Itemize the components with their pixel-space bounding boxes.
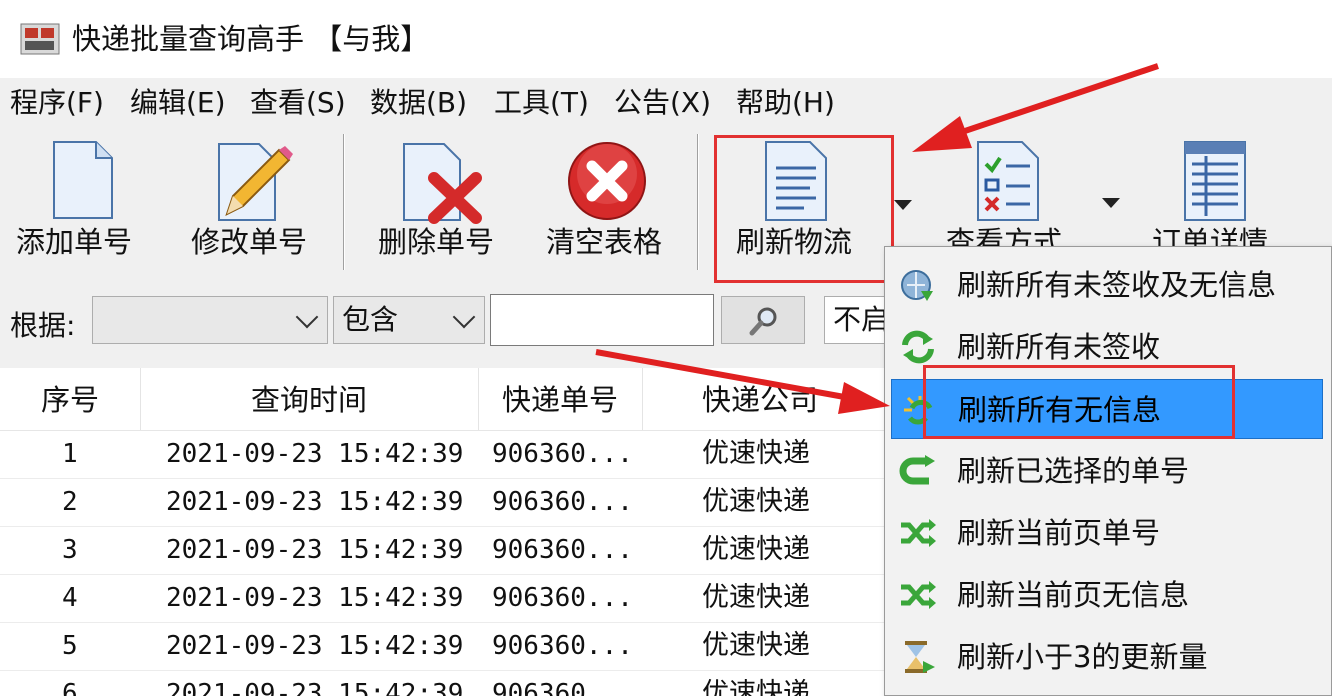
cell-index: 3 <box>62 535 78 565</box>
menu-item-refresh-current-page[interactable]: 刷新当前页单号 <box>885 503 1331 563</box>
delete-document-icon <box>403 143 482 224</box>
cell-index: 1 <box>62 439 78 469</box>
table-row[interactable]: 6 2021-09-23 15:42:39 906360... 优速快递 <box>0 671 886 696</box>
toolbar-separator <box>697 134 698 270</box>
menu-item-label: 刷新小于3的更新量 <box>957 640 1208 674</box>
table-row[interactable]: 4 2021-09-23 15:42:39 906360... 优速快递 <box>0 575 886 623</box>
refresh-dropdown-menu: 刷新所有未签收及无信息 刷新所有未签收 刷新所有无信息 刷新已选择的单号 刷新当 <box>884 246 1332 696</box>
order-list-icon <box>1184 141 1246 221</box>
column-header-index[interactable]: 序号 <box>0 382 140 418</box>
cell-courier: 优速快递 <box>702 678 810 696</box>
blank-document-icon <box>53 141 113 219</box>
add-number-button[interactable]: 添加单号 <box>10 128 140 273</box>
title-bar: 快递批量查询高手 【与我】 <box>0 0 1332 78</box>
menu-tools[interactable]: 工具(T) <box>494 84 589 122</box>
annotation-box <box>923 365 1235 439</box>
toolbar-separator <box>343 134 344 270</box>
filter-field-select[interactable] <box>92 296 328 344</box>
cell-tracking-number: 906360... <box>492 679 633 696</box>
clear-table-label: 清空表格 <box>546 225 663 259</box>
annotation-box <box>714 135 894 283</box>
cell-index: 4 <box>62 583 78 613</box>
cell-courier: 优速快递 <box>702 582 810 613</box>
cell-query-time: 2021-09-23 15:42:39 <box>166 535 464 565</box>
menu-data[interactable]: 数据(B) <box>370 84 467 122</box>
cell-tracking-number: 906360... <box>492 583 633 613</box>
edit-number-button[interactable]: 修改单号 <box>185 128 315 273</box>
filter-operator-select[interactable]: 包含 <box>333 296 485 344</box>
menu-program[interactable]: 程序(F) <box>10 84 104 122</box>
cell-query-time: 2021-09-23 15:42:39 <box>166 583 464 613</box>
edit-pencil-icon <box>218 143 293 221</box>
status-filter-value: 不启 <box>833 303 890 336</box>
cell-courier: 优速快递 <box>702 438 810 469</box>
menu-view[interactable]: 查看(S) <box>250 84 346 122</box>
cell-query-time: 2021-09-23 15:42:39 <box>166 679 464 696</box>
table-row[interactable]: 2 2021-09-23 15:42:39 906360... 优速快递 <box>0 479 886 527</box>
refresh-cycle-icon <box>902 330 934 364</box>
filter-query-input[interactable] <box>490 294 714 346</box>
cell-index: 5 <box>62 631 78 661</box>
cell-query-time: 2021-09-23 15:42:39 <box>166 439 464 469</box>
cell-index: 6 <box>62 679 78 696</box>
shuffle-icon <box>901 581 936 609</box>
chevron-down-icon <box>295 305 319 329</box>
hourglass-icon <box>905 641 935 673</box>
menu-item-refresh-selected[interactable]: 刷新已选择的单号 <box>885 441 1331 501</box>
filter-label: 根据: <box>10 309 76 342</box>
app-logo-icon <box>20 23 60 55</box>
column-header-tracking-number[interactable]: 快递单号 <box>478 382 642 418</box>
checklist-icon <box>977 141 1039 221</box>
menu-edit[interactable]: 编辑(E) <box>130 84 226 122</box>
cell-tracking-number: 906360... <box>492 439 633 469</box>
refresh-globe-icon <box>901 270 933 301</box>
edit-number-label: 修改单号 <box>191 225 308 259</box>
chevron-down-icon <box>452 305 476 329</box>
menu-bar: 程序(F) 编辑(E) 查看(S) 数据(B) 工具(T) 公告(X) 帮助(H… <box>0 78 1332 128</box>
menu-item-refresh-unsigned-and-noinfo[interactable]: 刷新所有未签收及无信息 <box>885 255 1331 315</box>
clear-red-x-icon <box>568 142 646 220</box>
delete-number-button[interactable]: 删除单号 <box>372 128 502 273</box>
menu-notice[interactable]: 公告(X) <box>614 84 711 122</box>
cell-tracking-number: 906360... <box>492 631 633 661</box>
table-header: 序号 查询时间 快递单号 快递公司 <box>0 368 886 431</box>
menu-help[interactable]: 帮助(H) <box>736 84 835 122</box>
view-mode-dropdown-arrow-icon[interactable] <box>1102 198 1120 208</box>
add-number-label: 添加单号 <box>16 225 133 259</box>
table-row[interactable]: 1 2021-09-23 15:42:39 906360... 优速快递 <box>0 431 886 479</box>
search-button[interactable] <box>721 296 805 344</box>
table-row[interactable]: 5 2021-09-23 15:42:39 906360... 优速快递 <box>0 623 886 671</box>
cell-courier: 优速快递 <box>702 630 810 661</box>
column-header-query-time[interactable]: 查询时间 <box>140 382 478 418</box>
cell-courier: 优速快递 <box>702 486 810 517</box>
menu-item-label: 刷新已选择的单号 <box>957 454 1190 488</box>
cell-courier: 优速快递 <box>702 534 810 565</box>
menu-item-label: 刷新所有未签收 <box>957 330 1161 364</box>
menu-item-label: 刷新当前页单号 <box>957 516 1161 550</box>
cell-query-time: 2021-09-23 15:42:39 <box>166 631 464 661</box>
results-table: 序号 查询时间 快递单号 快递公司 1 2021-09-23 15:42:39 … <box>0 368 886 696</box>
clear-table-button[interactable]: 清空表格 <box>544 128 674 273</box>
window-title: 快递批量查询高手 【与我】 <box>72 22 430 56</box>
cell-tracking-number: 906360... <box>492 487 633 517</box>
cell-index: 2 <box>62 487 78 517</box>
filter-operator-value: 包含 <box>342 303 399 336</box>
shuffle-icon <box>901 519 936 547</box>
cell-query-time: 2021-09-23 15:42:39 <box>166 487 464 517</box>
table-row[interactable]: 3 2021-09-23 15:42:39 906360... 优速快递 <box>0 527 886 575</box>
search-icon <box>749 307 777 336</box>
column-header-courier[interactable]: 快递公司 <box>642 382 882 418</box>
menu-item-refresh-low-update[interactable]: 刷新小于3的更新量 <box>885 627 1331 687</box>
delete-number-label: 删除单号 <box>378 225 495 259</box>
refresh-curve-icon <box>899 455 935 485</box>
menu-item-refresh-current-page-noinfo[interactable]: 刷新当前页无信息 <box>885 565 1331 625</box>
menu-item-label: 刷新当前页无信息 <box>957 578 1190 612</box>
cell-tracking-number: 906360... <box>492 535 633 565</box>
refresh-dropdown-arrow-icon[interactable] <box>894 200 912 210</box>
menu-item-label: 刷新所有未签收及无信息 <box>957 268 1277 302</box>
